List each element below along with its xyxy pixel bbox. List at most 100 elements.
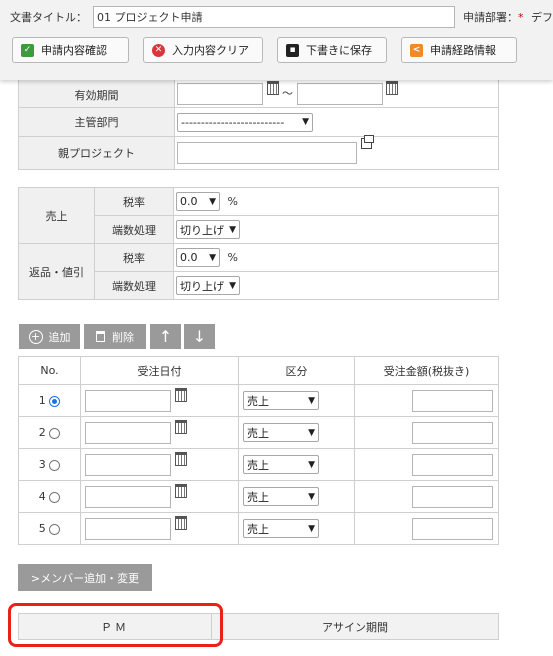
returns-rate-select[interactable]: 0.0 ▼ bbox=[176, 248, 220, 267]
row-no-cell: 2 bbox=[18, 416, 81, 449]
arrow-up-icon: ↑ bbox=[158, 327, 173, 346]
order-date-cell bbox=[80, 384, 239, 417]
row-radio[interactable] bbox=[49, 491, 61, 503]
row-radio[interactable] bbox=[49, 523, 61, 535]
category-select[interactable]: 売上 ▼ bbox=[243, 487, 319, 506]
order-date-input[interactable] bbox=[85, 389, 171, 412]
amount-input[interactable] bbox=[412, 517, 493, 540]
move-down-button[interactable]: ↓ bbox=[184, 324, 215, 349]
share-icon: < bbox=[410, 43, 423, 57]
order-date-input[interactable] bbox=[85, 453, 171, 476]
add-row-button[interactable]: + 追加 bbox=[19, 324, 80, 349]
calendar-icon[interactable] bbox=[174, 515, 187, 530]
sales-rate-cell: 0.0 ▼ % bbox=[173, 187, 499, 216]
row-no-cell: 5 bbox=[18, 512, 81, 545]
category-select[interactable]: 売上 ▼ bbox=[243, 423, 319, 442]
delete-row-button[interactable]: 削除 bbox=[84, 324, 146, 349]
check-icon: ✓ bbox=[21, 43, 34, 57]
row-radio[interactable] bbox=[49, 427, 61, 439]
col-category: 区分 bbox=[238, 356, 355, 385]
row-radio[interactable] bbox=[49, 395, 61, 407]
amount-cell bbox=[354, 416, 499, 449]
amount-cell bbox=[354, 512, 499, 545]
amount-input[interactable] bbox=[412, 389, 493, 412]
row-radio[interactable] bbox=[49, 459, 61, 471]
order-date-input[interactable] bbox=[85, 485, 171, 508]
save-draft-button-label: 下書きに保存 bbox=[306, 44, 372, 57]
calendar-icon[interactable] bbox=[174, 419, 187, 434]
document-header: 文書タイトル： 申請部署：* デフ ✓ 申請内容確認 ✕ 入力内容クリア ▪ 下… bbox=[0, 0, 553, 80]
returns-rate-unit: % bbox=[227, 250, 238, 264]
amount-input[interactable] bbox=[412, 453, 493, 476]
category-value: 売上 bbox=[247, 490, 269, 504]
order-date-cell bbox=[80, 480, 239, 513]
row-number: 2 bbox=[38, 426, 46, 439]
returns-rounding-cell: 切り上げ ▼ bbox=[173, 271, 499, 300]
dept-label: 申請部署：* デフ bbox=[463, 9, 553, 25]
returns-rounding-select[interactable]: 切り上げ ▼ bbox=[176, 276, 240, 295]
calendar-icon[interactable] bbox=[266, 81, 279, 95]
row-number: 3 bbox=[38, 458, 46, 471]
popup-window-icon[interactable] bbox=[360, 135, 374, 149]
table-row: 3 売上 ▼ bbox=[18, 448, 499, 481]
category-cell: 売上 ▼ bbox=[238, 384, 355, 417]
category-value: 売上 bbox=[247, 458, 269, 472]
dept-select[interactable]: -------------------------- ▼ bbox=[177, 112, 313, 132]
dept-field-label: 主管部門 bbox=[18, 107, 175, 137]
row-no-cell: 1 bbox=[18, 384, 81, 417]
orders-header-row: No. 受注日付 区分 受注金額(税抜き) bbox=[18, 356, 499, 385]
category-cell: 売上 ▼ bbox=[238, 512, 355, 545]
returns-rate-cell: 0.0 ▼ % bbox=[173, 243, 499, 272]
dept-value: デフ bbox=[531, 11, 553, 24]
calendar-icon[interactable] bbox=[386, 81, 398, 95]
col-order-date: 受注日付 bbox=[80, 356, 239, 385]
member-add-change-button[interactable]: >メンバー追加・変更 bbox=[18, 564, 152, 591]
dept-label-text: 申請部署： bbox=[463, 11, 518, 24]
plus-circle-icon: + bbox=[28, 329, 43, 344]
calendar-icon[interactable] bbox=[174, 387, 187, 402]
sales-label: 売上 bbox=[18, 187, 95, 244]
period-end-input[interactable] bbox=[296, 83, 383, 105]
document-title-input[interactable] bbox=[93, 6, 455, 28]
order-date-cell bbox=[80, 512, 239, 545]
delete-row-label: 削除 bbox=[112, 330, 134, 344]
tax-table: 売上 税率 0.0 ▼ % 端数処理 切り上げ ▼ 返品・値引 税率 0.0 ▼ % … bbox=[18, 187, 499, 300]
sales-rounding-select[interactable]: 切り上げ ▼ bbox=[176, 220, 240, 239]
order-date-input[interactable] bbox=[85, 517, 171, 540]
save-draft-button[interactable]: ▪ 下書きに保存 bbox=[277, 37, 387, 63]
calendar-icon[interactable] bbox=[174, 451, 187, 466]
table-row: 5 売上 ▼ bbox=[18, 512, 499, 545]
category-select[interactable]: 売上 ▼ bbox=[243, 519, 319, 538]
amount-input[interactable] bbox=[412, 421, 493, 444]
required-mark: * bbox=[518, 11, 524, 24]
confirm-button[interactable]: ✓ 申請内容確認 bbox=[12, 37, 129, 63]
chevron-down-icon: ▼ bbox=[308, 459, 315, 470]
save-icon: ▪ bbox=[286, 43, 299, 57]
period-start-input[interactable] bbox=[177, 83, 263, 105]
category-select[interactable]: 売上 ▼ bbox=[243, 455, 319, 474]
chevron-down-icon: ▼ bbox=[308, 427, 315, 438]
sales-rounding-cell: 切り上げ ▼ bbox=[173, 215, 499, 244]
returns-rounding-value: 切り上げ bbox=[180, 279, 224, 293]
order-date-input[interactable] bbox=[85, 421, 171, 444]
category-cell: 売上 ▼ bbox=[238, 416, 355, 449]
category-value: 売上 bbox=[247, 394, 269, 408]
col-assign-period: アサイン期間 bbox=[211, 613, 499, 640]
confirm-button-label: 申請内容確認 bbox=[41, 44, 107, 57]
period-cell: ～ bbox=[174, 76, 499, 108]
category-value: 売上 bbox=[247, 522, 269, 536]
category-cell: 売上 ▼ bbox=[238, 480, 355, 513]
sales-rate-select[interactable]: 0.0 ▼ bbox=[176, 192, 220, 211]
chevron-down-icon: ▼ bbox=[308, 395, 315, 406]
move-up-button[interactable]: ↑ bbox=[150, 324, 181, 349]
calendar-icon[interactable] bbox=[174, 483, 187, 498]
clear-button[interactable]: ✕ 入力内容クリア bbox=[143, 37, 263, 63]
category-select[interactable]: 売上 ▼ bbox=[243, 391, 319, 410]
amount-input[interactable] bbox=[412, 485, 493, 508]
table-row: 2 売上 ▼ bbox=[18, 416, 499, 449]
chevron-down-icon: ▼ bbox=[229, 280, 236, 291]
sales-rounding-value: 切り上げ bbox=[180, 223, 224, 237]
route-info-button[interactable]: < 申請経路情報 bbox=[401, 37, 517, 63]
parent-project-input[interactable] bbox=[177, 142, 357, 164]
highlight-box bbox=[8, 603, 223, 647]
